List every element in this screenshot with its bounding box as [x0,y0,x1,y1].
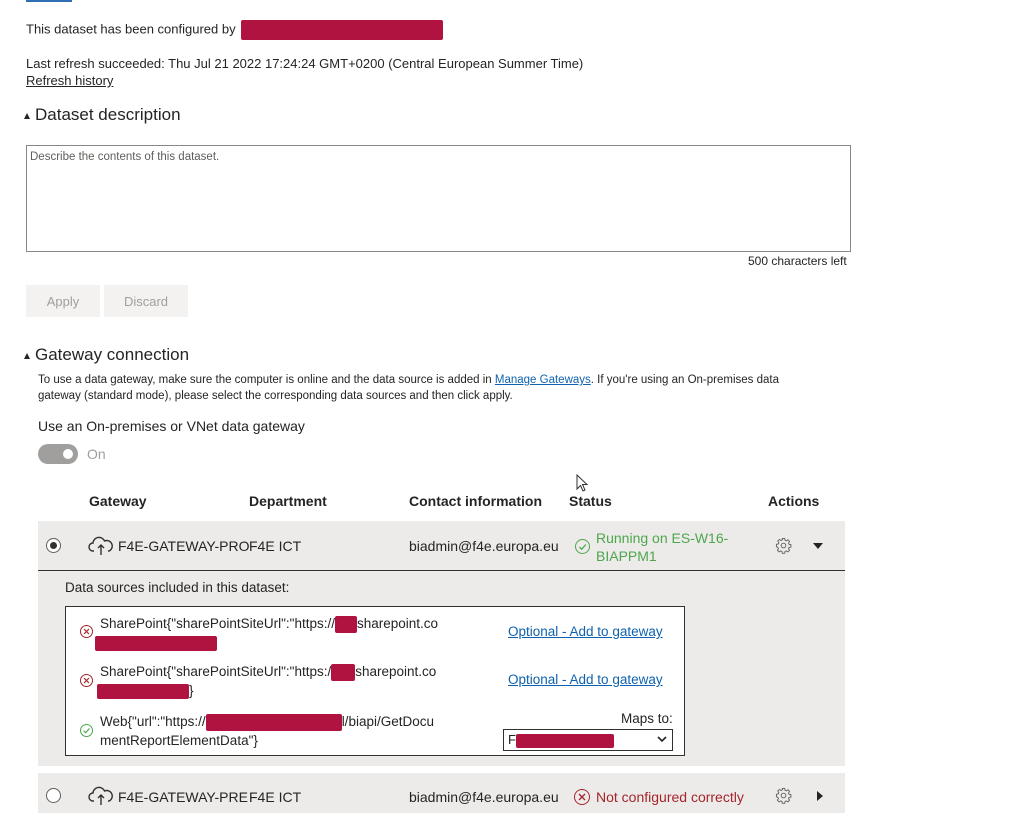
check-circle-icon [80,724,93,737]
characters-left: 500 characters left [748,254,847,268]
gear-icon[interactable] [775,537,792,554]
gateway-info-line2: gateway (standard mode), please select t… [38,390,513,402]
gateway-name: F4E-GATEWAY-PRE [118,789,248,805]
table-row[interactable]: F4E-GATEWAY-PRE F4E ICT biadmin@f4e.euro… [38,773,845,813]
manage-gateways-link[interactable]: Manage Gateways [495,374,591,386]
gateway-department: F4E ICT [249,789,302,805]
error-circle-icon [574,789,590,805]
redacted-text [331,663,356,681]
data-source-url-suffix: sharepoint.co [355,664,437,679]
dataset-description-header[interactable]: Dataset description [24,105,181,125]
toggle-state-label: On [87,446,106,462]
gateway-connection-title: Gateway connection [35,345,190,364]
status-line1: Running on ES-W16- [596,530,729,546]
column-header-department: Department [249,493,327,509]
collapse-triangle-icon [24,112,30,119]
gateway-contact: biadmin@f4e.europa.eu [409,789,559,805]
error-circle-icon [80,625,93,638]
apply-button[interactable]: Apply [26,285,100,317]
data-source-url-prefix: Web{"url":"https:// [100,714,206,729]
data-source-item: SharePoint{"sharePointSiteUrl":"https:/ s… [97,662,437,700]
column-header-gateway: Gateway [89,493,147,509]
collapse-triangle-icon [24,352,30,359]
mouse-cursor-icon [576,474,589,492]
configured-by-line: This dataset has been configured by [26,20,444,40]
data-source-item: Web{"url":"https:// l/biapi/GetDocu mentR… [100,712,434,750]
redacted-text [205,713,342,731]
column-header-contact: Contact information [409,493,542,509]
toggle-knob [63,449,73,459]
maps-to-select[interactable]: F [503,729,673,751]
check-circle-icon [575,539,590,554]
data-source-url-prefix: SharePoint{"sharePointSiteUrl":"https:/ [100,664,332,679]
data-source-url-prefix: SharePoint{"sharePointSiteUrl":"https:// [100,616,335,631]
redacted-text [515,733,614,748]
add-to-gateway-link[interactable]: Optional - Add to gateway [508,624,663,639]
maps-to-label: Maps to: [621,711,673,726]
gateway-radio-selected[interactable] [46,538,61,553]
data-sources-heading: Data sources included in this dataset: [65,580,290,595]
gateway-toggle[interactable] [38,444,78,464]
redacted-text [335,615,357,633]
table-row[interactable]: F4E-GATEWAY-PRO F4E ICT biadmin@f4e.euro… [38,521,845,571]
column-header-status: Status [569,493,612,509]
chevron-down-icon [657,736,667,743]
status-line2: BIAPPM1 [596,548,657,564]
dataset-description-input[interactable] [26,145,851,252]
top-link-underline [26,0,72,2]
configured-by-text: This dataset has been configured by [26,21,236,37]
redacted-text [95,635,217,651]
data-source-url-suffix: l/biapi/GetDocu [341,714,434,729]
gateway-radio[interactable] [46,788,61,803]
data-source-url-line2: mentReportElementData"} [100,733,258,748]
last-refresh-text: Last refresh succeeded: Thu Jul 21 2022 … [26,56,584,71]
gateway-department: F4E ICT [249,538,302,554]
column-header-actions: Actions [768,493,820,509]
chevron-right-icon[interactable] [817,791,824,801]
chevron-down-icon[interactable] [813,543,823,550]
data-source-url-suffix: sharepoint.co [357,616,439,631]
data-source-item: SharePoint{"sharePointSiteUrl":"https://… [95,614,439,652]
gateway-status: Running on ES-W16- BIAPPM1 [596,529,728,565]
cloud-gateway-icon [88,786,113,805]
dataset-description-title: Dataset description [35,105,181,124]
gateway-contact: biadmin@f4e.europa.eu [409,538,559,554]
refresh-history-link[interactable]: Refresh history [26,73,113,88]
cloud-gateway-icon [88,536,113,555]
data-source-url-line2: } [189,683,194,698]
data-sources-list: SharePoint{"sharePointSiteUrl":"https://… [65,606,685,756]
gateway-name: F4E-GATEWAY-PRO [118,538,250,554]
gateway-connection-header[interactable]: Gateway connection [24,345,189,365]
gateway-status: Not configured correctly [596,789,744,805]
redacted-owner [241,20,444,40]
gateway-info-text: To use a data gateway, make sure the com… [38,372,779,404]
gear-icon[interactable] [775,787,792,804]
discard-button[interactable]: Discard [104,285,188,317]
use-gateway-label: Use an On-premises or VNet data gateway [38,418,305,434]
gateway-info-part2: . If you're using an On-premises data [590,374,779,386]
add-to-gateway-link[interactable]: Optional - Add to gateway [508,672,663,687]
gateway-info-part1: To use a data gateway, make sure the com… [38,374,492,386]
maps-to-value: F [508,732,516,747]
error-circle-icon [80,674,93,687]
redacted-text [97,683,189,699]
